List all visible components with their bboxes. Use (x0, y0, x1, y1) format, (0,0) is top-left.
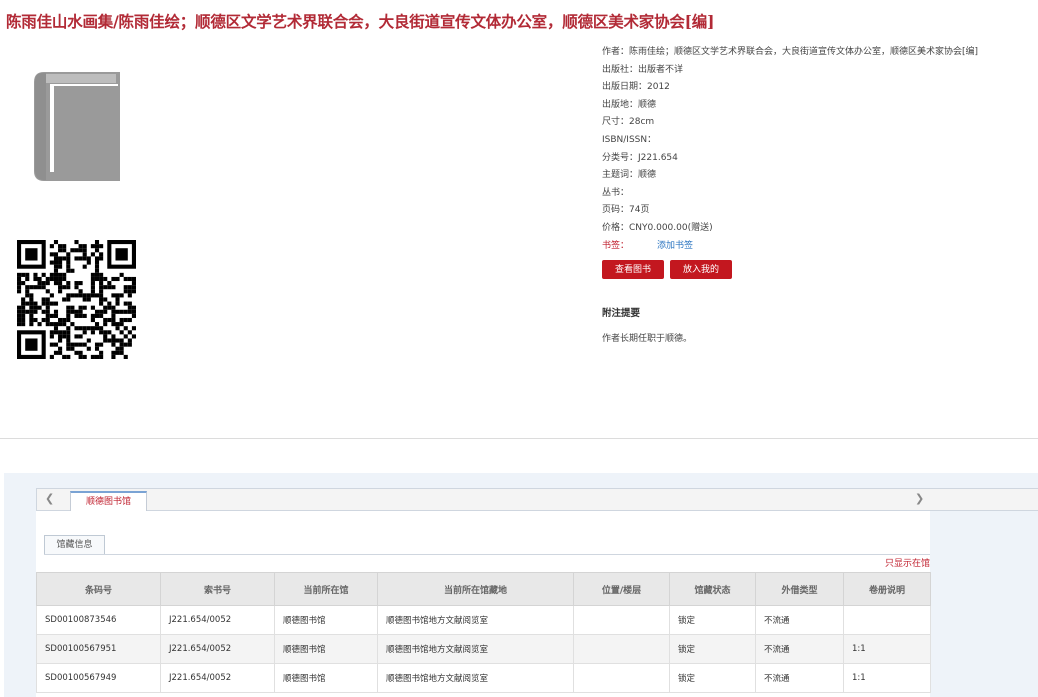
book-title: 陈雨佳山水画集/陈雨佳绘；顺德区文学艺术界联合会，大良街道宣传文体办公室，顺德区… (6, 12, 715, 31)
cell-floor (573, 663, 670, 693)
scroll-left-icon[interactable]: ❮ (45, 492, 54, 505)
cell-location: 顺德图书馆地方文献阅览室 (377, 663, 574, 693)
cell-volume: 1:1 (843, 663, 931, 693)
book-metadata: 作者：陈雨佳绘；顺德区文学艺术界联合会，大良街道宣传文体办公室，顺德区美术家协会… (602, 44, 1034, 255)
meta-author: 作者：陈雨佳绘；顺德区文学艺术界联合会，大良街道宣传文体办公室，顺德区美术家协会… (602, 47, 979, 57)
meta-classno: 分类号：J221.654 (602, 152, 678, 163)
qr-code-icon (17, 240, 136, 359)
action-buttons: 查看图书评论放入我的书架 (602, 260, 738, 295)
add-to-shelf-button[interactable]: 放入我的书架 (670, 260, 732, 293)
meta-bookmark: 书签： 添加书签 (602, 238, 1034, 256)
library-tabbar: ❮ 顺德图书馆 ❯ (36, 488, 1038, 512)
meta-series: 丛书： (602, 187, 630, 198)
holdings-table: 条码号 索书号 当前所在馆 当前所在馆藏地 位置/楼层 馆藏状态 外借类型 卷册… (36, 572, 931, 693)
cell-loan-type: 不流通 (755, 663, 844, 693)
cell-floor (573, 634, 670, 664)
tab-holdings-info[interactable]: 馆藏信息 (44, 535, 105, 555)
add-bookmark-link[interactable]: 添加书签 (657, 241, 693, 251)
col-loan-type: 外借类型 (755, 572, 844, 606)
table-row: SD00100873546 J221.654/0052 顺德图书馆 顺德图书馆地… (36, 605, 931, 635)
meta-date: 出版日期：2012 (602, 82, 670, 93)
cell-status: 锁定 (669, 605, 756, 635)
cell-volume (843, 605, 931, 635)
cell-status: 锁定 (669, 663, 756, 693)
cell-volume: 1:1 (843, 634, 931, 664)
cell-callno: J221.654/0052 (160, 634, 275, 664)
cell-barcode: SD00100567951 (36, 634, 161, 664)
table-row: SD00100567951 J221.654/0052 顺德图书馆 顺德图书馆地… (36, 634, 931, 664)
cell-status: 锁定 (669, 634, 756, 664)
scroll-right-icon[interactable]: ❯ (915, 492, 924, 505)
only-available-link[interactable]: 只显示在馆 (885, 556, 930, 569)
col-callno: 索书号 (160, 572, 275, 606)
cell-callno: J221.654/0052 (160, 605, 275, 635)
meta-place: 出版地：顺德 (602, 99, 657, 110)
col-library: 当前所在馆 (274, 572, 378, 606)
meta-publisher: 出版社：出版者不详 (602, 64, 684, 75)
table-row: SD00100567949 J221.654/0052 顺德图书馆 顺德图书馆地… (36, 663, 931, 693)
book-icon (34, 72, 120, 181)
subtab-divider (44, 554, 930, 555)
section-divider (0, 438, 1038, 439)
meta-pages: 页码：74页 (602, 205, 650, 216)
col-volume: 卷册说明 (843, 572, 931, 606)
cell-callno: J221.654/0052 (160, 663, 275, 693)
meta-price: 价格：CNY0.000.00(赠送) (602, 222, 713, 233)
cell-loan-type: 不流通 (755, 634, 844, 664)
col-location: 当前所在馆藏地 (377, 572, 574, 606)
cell-library: 顺德图书馆 (274, 605, 378, 635)
notes-text: 作者长期任职于顺德。 (602, 334, 693, 344)
meta-isbn: ISBN/ISSN： (602, 134, 657, 145)
col-status: 馆藏状态 (669, 572, 756, 606)
col-floor: 位置/楼层 (573, 572, 670, 606)
meta-subject: 主题词：顺德 (602, 170, 657, 181)
cell-location: 顺德图书馆地方文献阅览室 (377, 634, 574, 664)
tab-shunde-library[interactable]: 顺德图书馆 (70, 491, 147, 512)
cell-library: 顺德图书馆 (274, 663, 378, 693)
cell-loan-type: 不流通 (755, 605, 844, 635)
cell-floor (573, 605, 670, 635)
view-reviews-button[interactable]: 查看图书评论 (602, 260, 664, 293)
cell-barcode: SD00100567949 (36, 663, 161, 693)
cell-barcode: SD00100873546 (36, 605, 161, 635)
notes-heading: 附注提要 (602, 308, 641, 319)
cell-location: 顺德图书馆地方文献阅览室 (377, 605, 574, 635)
col-barcode: 条码号 (36, 572, 161, 606)
cell-library: 顺德图书馆 (274, 634, 378, 664)
bookmark-label: 书签： (602, 240, 630, 251)
meta-size: 尺寸：28cm (602, 117, 655, 128)
table-header-row: 条码号 索书号 当前所在馆 当前所在馆藏地 位置/楼层 馆藏状态 外借类型 卷册… (36, 572, 931, 606)
holdings-content: 馆藏信息 只显示在馆 条码号 索书号 当前所在馆 当前所在馆藏地 位置/楼层 馆… (36, 511, 931, 697)
